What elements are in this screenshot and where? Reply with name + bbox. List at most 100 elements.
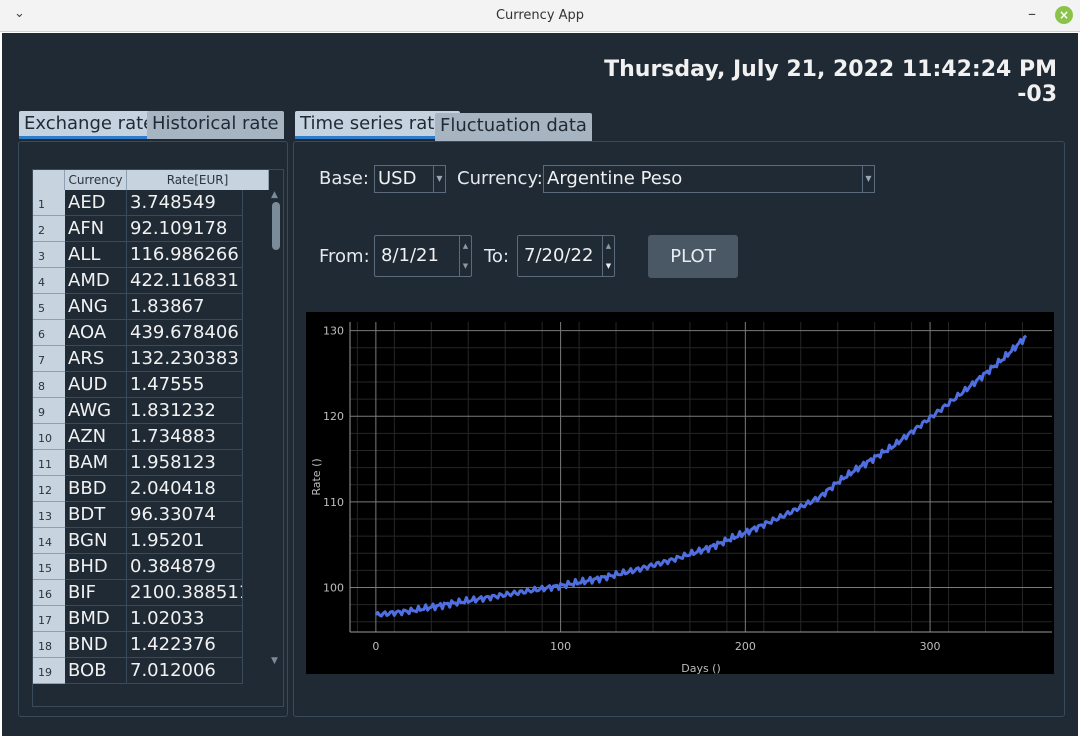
currency-cell[interactable]: AED <box>65 190 127 216</box>
currency-cell[interactable]: BHD <box>65 554 127 580</box>
plot-button[interactable]: PLOT <box>648 235 738 278</box>
row-number[interactable]: 10 <box>33 424 65 450</box>
currency-cell[interactable]: ANG <box>65 294 127 320</box>
row-number[interactable]: 6 <box>33 320 65 346</box>
currency-cell[interactable]: AFN <box>65 216 127 242</box>
currency-cell[interactable]: BDT <box>65 502 127 528</box>
currency-cell[interactable]: ARS <box>65 346 127 372</box>
currency-cell[interactable]: AMD <box>65 268 127 294</box>
currency-cell[interactable]: AUD <box>65 372 127 398</box>
column-header-currency[interactable]: Currency <box>65 170 127 190</box>
row-number[interactable]: 18 <box>33 632 65 658</box>
row-number[interactable]: 16 <box>33 580 65 606</box>
rate-cell[interactable]: 2100.388511 <box>127 580 243 606</box>
spin-down-icon[interactable]: ▼ <box>460 256 471 276</box>
currency-cell[interactable]: AZN <box>65 424 127 450</box>
row-number[interactable]: 15 <box>33 554 65 580</box>
rate-cell[interactable]: 1.831232 <box>127 398 243 424</box>
table-row[interactable]: 3 ALL 116.986266 <box>33 242 269 268</box>
table-row[interactable]: 10 AZN 1.734883 <box>33 424 269 450</box>
rate-cell[interactable]: 3.748549 <box>127 190 243 216</box>
to-date-edit[interactable]: 7/20/22 ▲ ▼ <box>517 235 615 277</box>
scroll-down-icon[interactable]: ▼ <box>271 656 278 666</box>
currency-cell[interactable]: ALL <box>65 242 127 268</box>
row-number[interactable]: 8 <box>33 372 65 398</box>
table-row[interactable]: 16 BIF 2100.388511 <box>33 580 269 606</box>
table-row[interactable]: 12 BBD 2.040418 <box>33 476 269 502</box>
table-row[interactable]: 6 AOA 439.678406 <box>33 320 269 346</box>
minimize-icon[interactable]: – <box>1028 4 1036 23</box>
row-number[interactable]: 12 <box>33 476 65 502</box>
table-row[interactable]: 7 ARS 132.230383 <box>33 346 269 372</box>
spin-up-icon[interactable]: ▲ <box>460 236 471 256</box>
rate-cell[interactable]: 132.230383 <box>127 346 243 372</box>
time-series-chart[interactable]: 0 100 200 300 100 110 120 130 Days () Rate () <box>306 312 1054 675</box>
currency-cell[interactable]: BGN <box>65 528 127 554</box>
table-row[interactable]: 9 AWG 1.831232 <box>33 398 269 424</box>
close-icon[interactable]: × <box>1055 6 1073 24</box>
table-row[interactable]: 4 AMD 422.116831 <box>33 268 269 294</box>
table-row[interactable]: 8 AUD 1.47555 <box>33 372 269 398</box>
rate-cell[interactable]: 439.678406 <box>127 320 243 346</box>
chevron-down-icon[interactable]: ▼ <box>862 166 874 192</box>
currency-cell[interactable]: BOB <box>65 658 127 684</box>
table-row[interactable]: 11 BAM 1.958123 <box>33 450 269 476</box>
rate-cell[interactable]: 1.47555 <box>127 372 243 398</box>
table-row[interactable]: 2 AFN 92.109178 <box>33 216 269 242</box>
scrollbar-thumb[interactable] <box>272 202 280 250</box>
rate-cell[interactable]: 1.422376 <box>127 632 243 658</box>
currency-cell[interactable]: AWG <box>65 398 127 424</box>
currency-cell[interactable]: BIF <box>65 580 127 606</box>
spin-up-icon[interactable]: ▲ <box>603 236 614 256</box>
currency-cell[interactable]: BND <box>65 632 127 658</box>
tab-historical-rate[interactable]: Historical rate <box>147 111 284 139</box>
currency-cell[interactable]: BBD <box>65 476 127 502</box>
tab-fluctuation-data[interactable]: Fluctuation data <box>435 113 592 141</box>
from-date-edit[interactable]: 8/1/21 ▲ ▼ <box>374 235 472 277</box>
rate-cell[interactable]: 1.95201 <box>127 528 243 554</box>
currency-cell[interactable]: BMD <box>65 606 127 632</box>
row-number[interactable]: 14 <box>33 528 65 554</box>
scroll-up-icon[interactable]: ▲ <box>271 190 278 200</box>
base-select[interactable]: USD ▼ <box>374 165 446 193</box>
row-number[interactable]: 1 <box>33 190 65 216</box>
rate-cell[interactable]: 1.02033 <box>127 606 243 632</box>
row-number[interactable]: 13 <box>33 502 65 528</box>
rate-cell[interactable]: 422.116831 <box>127 268 243 294</box>
rate-cell[interactable]: 92.109178 <box>127 216 243 242</box>
row-number[interactable]: 3 <box>33 242 65 268</box>
row-number[interactable]: 9 <box>33 398 65 424</box>
table-scrollbar[interactable]: ▲ ▼ <box>269 190 283 706</box>
currency-cell[interactable]: AOA <box>65 320 127 346</box>
table-row[interactable]: 13 BDT 96.33074 <box>33 502 269 528</box>
rate-cell[interactable]: 1.958123 <box>127 450 243 476</box>
table-row[interactable]: 14 BGN 1.95201 <box>33 528 269 554</box>
base-label: Base: <box>319 168 369 189</box>
exchange-rates-table[interactable]: Currency Rate[EUR] 1 AED 3.748549 2 AFN 92.10… <box>32 169 284 707</box>
rate-cell[interactable]: 1.83867 <box>127 294 243 320</box>
rate-cell[interactable]: 96.33074 <box>127 502 243 528</box>
rate-cell[interactable]: 2.040418 <box>127 476 243 502</box>
table-row[interactable]: 1 AED 3.748549 <box>33 190 269 216</box>
table-row[interactable]: 15 BHD 0.384879 <box>33 554 269 580</box>
row-number[interactable]: 19 <box>33 658 65 684</box>
table-row[interactable]: 17 BMD 1.02033 <box>33 606 269 632</box>
row-number[interactable]: 17 <box>33 606 65 632</box>
rate-cell[interactable]: 0.384879 <box>127 554 243 580</box>
row-number[interactable]: 2 <box>33 216 65 242</box>
rate-cell[interactable]: 1.734883 <box>127 424 243 450</box>
row-number[interactable]: 11 <box>33 450 65 476</box>
column-header-rate[interactable]: Rate[EUR] <box>127 170 269 190</box>
spin-down-icon[interactable]: ▼ <box>603 256 614 276</box>
table-row[interactable]: 5 ANG 1.83867 <box>33 294 269 320</box>
table-row[interactable]: 19 BOB 7.012006 <box>33 658 269 684</box>
row-number[interactable]: 5 <box>33 294 65 320</box>
rate-cell[interactable]: 116.986266 <box>127 242 243 268</box>
currency-cell[interactable]: BAM <box>65 450 127 476</box>
chevron-down-icon[interactable]: ▼ <box>433 166 445 192</box>
rate-cell[interactable]: 7.012006 <box>127 658 243 684</box>
table-row[interactable]: 18 BND 1.422376 <box>33 632 269 658</box>
row-number[interactable]: 7 <box>33 346 65 372</box>
currency-select[interactable]: Argentine Peso ▼ <box>543 165 875 193</box>
row-number[interactable]: 4 <box>33 268 65 294</box>
